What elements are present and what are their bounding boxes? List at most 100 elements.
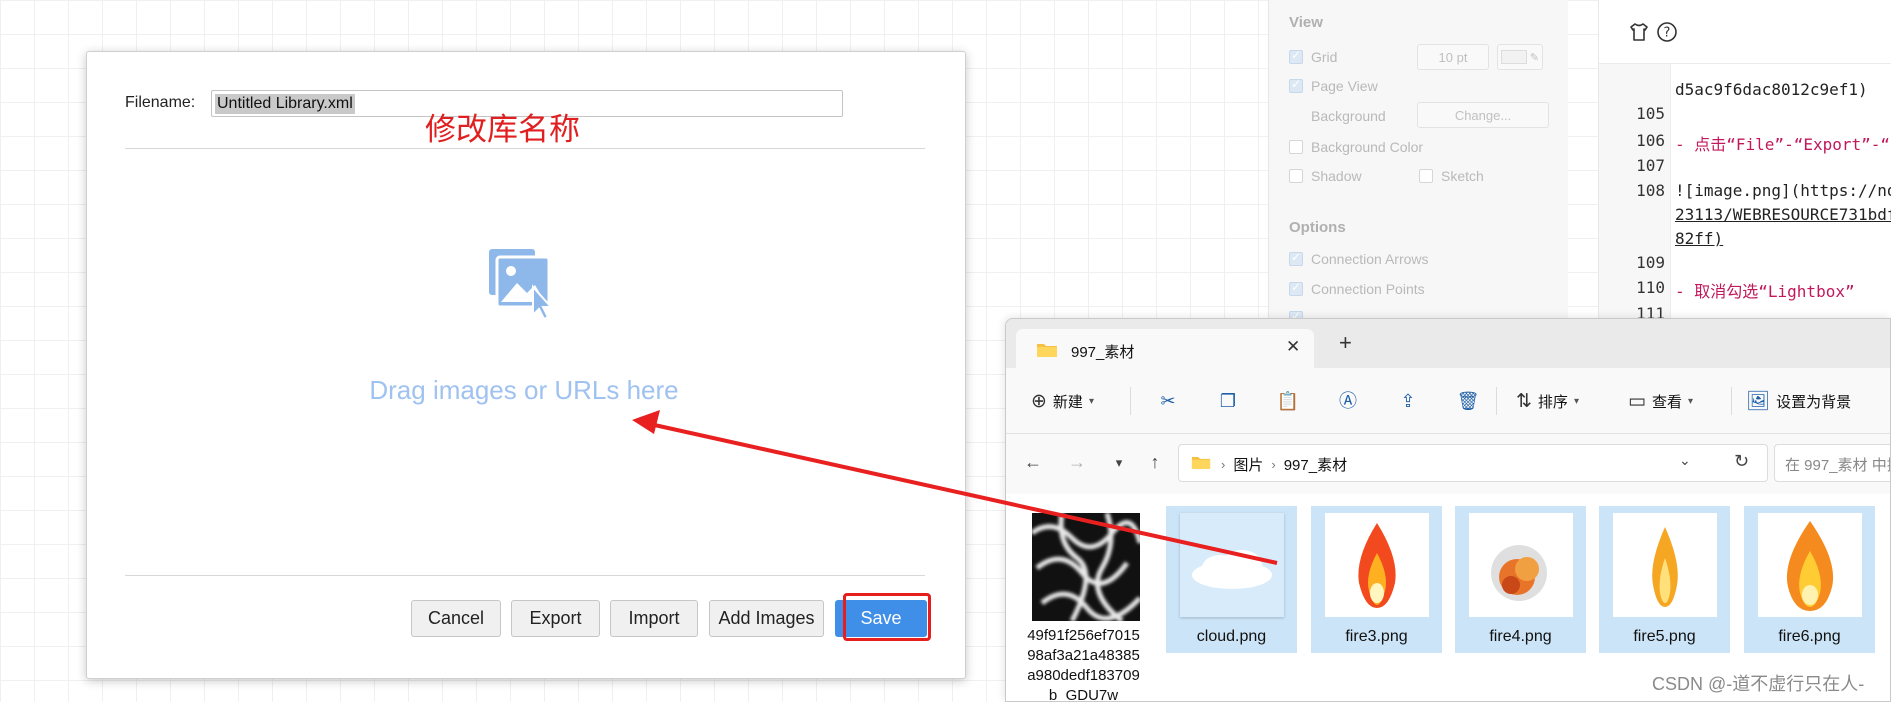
grid-color-swatch (1500, 50, 1527, 64)
add-images-button[interactable]: Add Images (709, 600, 824, 637)
shadow-label: Shadow (1311, 168, 1362, 184)
view-label: 查看 (1651, 393, 1682, 411)
folder-icon (1191, 455, 1211, 475)
file-item-selected[interactable]: fire5.png (1599, 506, 1730, 653)
fire-thumbnail (1469, 513, 1573, 617)
grid-size-input[interactable]: 10 pt (1417, 44, 1489, 70)
line-number: 110 (1636, 278, 1665, 297)
view-section-title: View (1289, 14, 1323, 31)
file-name: fire6.png (1778, 628, 1841, 645)
share-icon[interactable]: ⇪ (1396, 389, 1420, 413)
breadcrumb-pictures[interactable]: 图片 (1233, 454, 1263, 475)
new-tab-button[interactable]: + (1339, 332, 1352, 354)
line-number: 107 (1636, 156, 1665, 175)
file-explorer-window: 997_素材 ✕ + ⊕ 新建 ▾ ✂ ❐ 📋 Ⓐ ⇪ 🗑 ⇅ 排序 ▾ ▭ 查… (1005, 318, 1891, 702)
paste-icon[interactable]: 📋 (1276, 389, 1300, 413)
view-icon: ▭ (1628, 390, 1646, 412)
file-item-selected[interactable]: cloud.png (1166, 506, 1297, 653)
grid-checkbox[interactable] (1289, 48, 1303, 64)
close-icon[interactable]: ✕ (1286, 337, 1300, 357)
pencil-icon: ✎ (1529, 51, 1540, 64)
change-background-button[interactable]: Change... (1417, 102, 1549, 128)
line-number: 109 (1636, 253, 1665, 272)
connection-arrows-checkbox[interactable] (1289, 250, 1303, 266)
sketch-label: Sketch (1441, 168, 1484, 184)
cut-icon[interactable]: ✂ (1156, 389, 1180, 413)
navigation-bar: ← → ▾ ↑ › 图片 › 997_素材 ⌄ ↻ 在 997_素材 中搜索 (1006, 434, 1890, 494)
cancel-button[interactable]: Cancel (411, 600, 501, 637)
connection-arrows-label: Connection Arrows (1311, 251, 1429, 267)
refresh-icon[interactable]: ↻ (1734, 451, 1749, 472)
code-line[interactable]: ![image.png](https://no (1675, 181, 1891, 200)
filename-selection[interactable]: Untitled Library.xml (215, 94, 355, 114)
shadow-option[interactable]: Shadow (1289, 167, 1362, 185)
grid-option[interactable]: Grid (1289, 48, 1337, 66)
code-line[interactable]: d5ac9f6dac8012c9ef1) (1675, 80, 1868, 99)
connection-points-option[interactable]: Connection Points (1289, 280, 1425, 298)
texture-thumbnail (1032, 513, 1140, 621)
set-background-button[interactable]: 🖼 设置为背景 (1746, 389, 1851, 413)
breadcrumb-folder[interactable]: 997_素材 (1284, 454, 1347, 475)
sort-button[interactable]: ⇅ 排序 ▾ (1516, 389, 1579, 413)
connection-arrows-option[interactable]: Connection Arrows (1289, 250, 1429, 268)
code-line[interactable]: 23113/WEBRESOURCE731bdf (1675, 205, 1891, 224)
file-item-selected[interactable]: fire6.png (1744, 506, 1875, 653)
connection-points-checkbox[interactable] (1289, 280, 1303, 296)
image-drop-zone[interactable] (125, 149, 925, 574)
link-text[interactable]: 23113/WEBRESOURCE731bdf (1675, 205, 1891, 224)
import-button[interactable]: Import (610, 600, 698, 637)
help-icon[interactable]: ? (1655, 21, 1679, 45)
code-line[interactable]: - 点击“File”-“Export”-“ (1675, 131, 1890, 155)
line-number: 106 (1636, 131, 1665, 150)
chevron-down-icon[interactable]: ▾ (1107, 455, 1131, 471)
chevron-down-icon: ▾ (1573, 395, 1579, 407)
code-line[interactable]: - 取消勾选“Lightbox” (1675, 278, 1855, 302)
link-text[interactable]: 82ff) (1675, 229, 1723, 248)
new-label: 新建 (1052, 393, 1083, 411)
file-name: cloud.png (1196, 628, 1267, 645)
background-color-label: Background Color (1311, 139, 1424, 155)
new-button[interactable]: ⊕ 新建 ▾ (1031, 389, 1094, 413)
shadow-checkbox[interactable] (1289, 169, 1303, 183)
chevron-down-icon[interactable]: ⌄ (1679, 452, 1691, 469)
chevron-down-icon: ▾ (1687, 395, 1693, 407)
divider (1496, 387, 1497, 415)
page-view-checkbox[interactable] (1289, 77, 1303, 93)
search-input[interactable]: 在 997_素材 中搜索 (1774, 444, 1890, 482)
shirt-icon[interactable] (1627, 21, 1651, 45)
file-item-selected[interactable]: fire3.png (1311, 506, 1442, 653)
command-bar: ⊕ 新建 ▾ ✂ ❐ 📋 Ⓐ ⇪ 🗑 ⇅ 排序 ▾ ▭ 查看 ▾ 🖼 设置为背景 (1006, 368, 1890, 434)
up-arrow-icon[interactable]: ↑ (1143, 452, 1167, 473)
drop-hint-text: Drag images or URLs here (369, 375, 679, 405)
rename-icon[interactable]: Ⓐ (1336, 389, 1360, 413)
library-dialog: Filename: Untitled Library.xml 修改库名称 Dra… (86, 51, 966, 679)
code-line[interactable]: 82ff) (1675, 229, 1723, 248)
tab-997[interactable]: 997_素材 ✕ (1016, 329, 1314, 368)
set-background-label: 设置为背景 (1776, 393, 1852, 411)
file-item[interactable]: 49f91f256ef701598af3a21a48385a980dedf183… (1018, 506, 1149, 701)
save-highlight-box (843, 593, 931, 641)
plus-circle-icon: ⊕ (1031, 390, 1047, 412)
fire-thumbnail (1758, 513, 1862, 617)
page-view-option[interactable]: Page View (1289, 77, 1378, 95)
copy-icon[interactable]: ❐ (1216, 389, 1240, 413)
background-color-checkbox[interactable] (1289, 140, 1303, 154)
back-arrow-icon[interactable]: ← (1021, 452, 1045, 473)
fire-thumbnail (1613, 513, 1717, 617)
tab-title: 997_素材 (1071, 344, 1135, 361)
export-button[interactable]: Export (511, 600, 600, 637)
editor-toolbar: ? (1599, 0, 1891, 64)
background-color-option[interactable]: Background Color (1289, 138, 1423, 156)
sketch-option[interactable]: Sketch (1419, 167, 1484, 185)
sketch-checkbox[interactable] (1419, 169, 1433, 183)
background-label: Background (1311, 108, 1386, 124)
delete-icon[interactable]: 🗑 (1456, 389, 1480, 413)
grid-color-picker[interactable]: ✎ (1497, 44, 1543, 70)
forward-arrow-icon[interactable]: → (1065, 452, 1089, 473)
view-button[interactable]: ▭ 查看 ▾ (1628, 389, 1693, 413)
file-item-selected[interactable]: fire4.png (1455, 506, 1586, 653)
add-image-icon (487, 247, 554, 321)
address-bar[interactable]: › 图片 › 997_素材 ⌄ ↻ (1178, 444, 1768, 482)
sort-icon: ⇅ (1516, 390, 1532, 412)
svg-text:?: ? (1664, 26, 1671, 41)
